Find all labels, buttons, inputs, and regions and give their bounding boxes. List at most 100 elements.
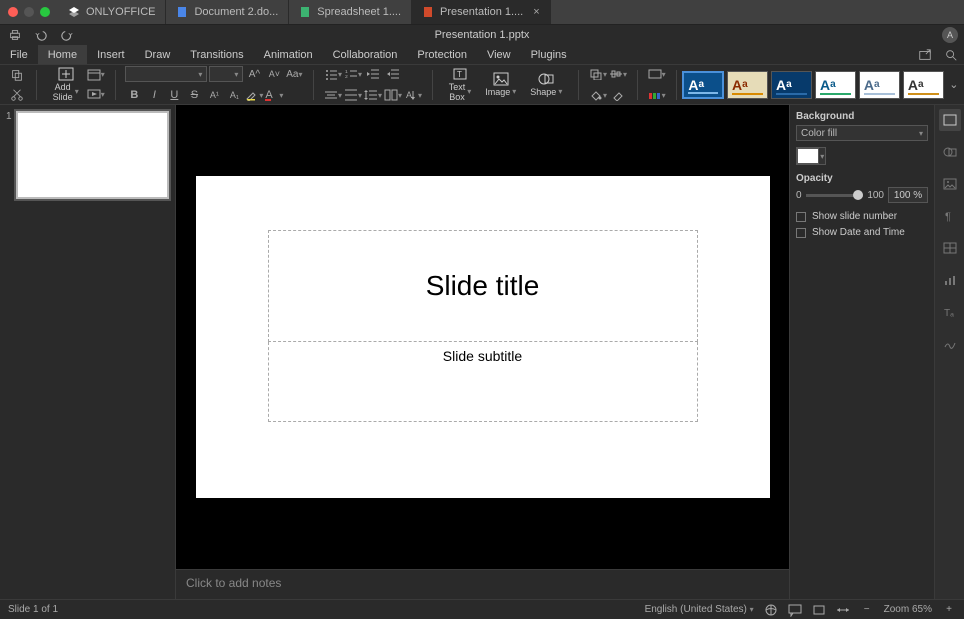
slide-settings-tab[interactable] bbox=[939, 109, 961, 131]
layout-button[interactable]: ▾ bbox=[87, 66, 105, 84]
background-section-label: Background bbox=[796, 111, 928, 122]
menu-protection[interactable]: Protection bbox=[407, 45, 477, 64]
fill-color-swatch[interactable]: ▾ bbox=[796, 147, 826, 165]
decrease-font-button[interactable]: A˅ bbox=[265, 65, 283, 83]
copy-button[interactable] bbox=[8, 66, 26, 84]
theme-2[interactable]: Aa bbox=[771, 71, 812, 99]
font-color-button[interactable]: A▾ bbox=[265, 86, 283, 104]
start-slideshow-button[interactable]: ▾ bbox=[87, 86, 105, 104]
tab-presentation[interactable]: Presentation 1.... × bbox=[412, 0, 551, 24]
font-name-select[interactable]: ▾ bbox=[125, 66, 207, 82]
zoom-out-button[interactable]: − bbox=[860, 603, 874, 617]
color-scheme-button[interactable]: ▾ bbox=[648, 86, 666, 104]
numbering-button[interactable]: 12▾ bbox=[344, 65, 362, 83]
spellcheck-button[interactable] bbox=[764, 603, 778, 617]
menu-plugins[interactable]: Plugins bbox=[521, 45, 577, 64]
subtitle-placeholder[interactable]: Slide subtitle bbox=[268, 342, 698, 422]
align-horiz-button[interactable]: ▾ bbox=[324, 86, 342, 104]
menu-animation[interactable]: Animation bbox=[254, 45, 323, 64]
show-date-time-row[interactable]: Show Date and Time bbox=[796, 227, 928, 238]
tab-spreadsheet[interactable]: Spreadsheet 1.... bbox=[289, 0, 412, 24]
language-selector[interactable]: English (United States) ▾ bbox=[645, 604, 754, 615]
svg-text:T: T bbox=[457, 70, 462, 79]
window-close-button[interactable] bbox=[8, 7, 18, 17]
text-box-button[interactable]: T Text Box▾ bbox=[443, 65, 478, 105]
menu-file[interactable]: File bbox=[0, 45, 38, 64]
bullets-button[interactable]: ▾ bbox=[324, 65, 342, 83]
superscript-button[interactable]: A¹ bbox=[205, 86, 223, 104]
slide-size-button[interactable]: ▾ bbox=[648, 65, 666, 83]
fit-width-button[interactable] bbox=[836, 603, 850, 617]
user-avatar[interactable]: A bbox=[942, 27, 958, 43]
slide-thumbnail[interactable]: 1 bbox=[6, 111, 169, 199]
shape-settings-tab[interactable] bbox=[939, 141, 961, 163]
chart-settings-tab[interactable] bbox=[939, 269, 961, 291]
text-art-settings-tab[interactable]: Tₐ bbox=[939, 301, 961, 323]
increase-font-button[interactable]: A^ bbox=[245, 65, 263, 83]
undo-button[interactable] bbox=[34, 28, 48, 42]
font-size-select[interactable]: ▾ bbox=[209, 66, 243, 82]
underline-button[interactable]: U bbox=[165, 86, 183, 104]
subscript-button[interactable]: A₁ bbox=[225, 86, 243, 104]
cut-button[interactable] bbox=[8, 86, 26, 104]
menu-view[interactable]: View bbox=[477, 45, 521, 64]
columns-button[interactable]: ▾ bbox=[384, 86, 402, 104]
title-placeholder[interactable]: Slide title bbox=[268, 230, 698, 342]
slide-workspace[interactable]: Slide title Slide subtitle bbox=[176, 105, 789, 569]
opacity-slider[interactable] bbox=[806, 194, 864, 197]
menu-insert[interactable]: Insert bbox=[87, 45, 135, 64]
feedback-button[interactable] bbox=[788, 603, 802, 617]
paragraph-settings-tab[interactable]: ¶ bbox=[939, 205, 961, 227]
show-slide-number-checkbox[interactable] bbox=[796, 212, 806, 222]
image-settings-tab[interactable] bbox=[939, 173, 961, 195]
print-button[interactable] bbox=[8, 28, 22, 42]
tab-close-button[interactable]: × bbox=[533, 6, 539, 18]
change-case-button[interactable]: Aa▾ bbox=[285, 65, 303, 83]
search-button[interactable] bbox=[944, 48, 958, 62]
redo-button[interactable] bbox=[60, 28, 74, 42]
zoom-level[interactable]: Zoom 65% bbox=[884, 604, 932, 615]
theme-3[interactable]: Aa bbox=[815, 71, 856, 99]
table-settings-tab[interactable] bbox=[939, 237, 961, 259]
decrease-indent-button[interactable] bbox=[364, 65, 382, 83]
arrange-button[interactable]: ▾ bbox=[589, 65, 607, 83]
add-slide-button[interactable]: Add Slide▾ bbox=[47, 65, 85, 105]
fit-slide-button[interactable] bbox=[812, 603, 826, 617]
highlight-button[interactable]: ▾ bbox=[245, 86, 263, 104]
window-maximize-button[interactable] bbox=[40, 7, 50, 17]
notes-pane[interactable]: Click to add notes bbox=[176, 569, 789, 599]
menu-draw[interactable]: Draw bbox=[135, 45, 181, 64]
theme-1[interactable]: Aa bbox=[727, 71, 768, 99]
theme-4[interactable]: Aa bbox=[859, 71, 900, 99]
opacity-spinbox[interactable]: 100 % bbox=[888, 187, 928, 203]
shape-button[interactable]: Shape▾ bbox=[524, 70, 568, 100]
image-button[interactable]: Image▾ bbox=[479, 70, 522, 100]
show-date-time-checkbox[interactable] bbox=[796, 228, 806, 238]
show-slide-number-row[interactable]: Show slide number bbox=[796, 211, 928, 222]
theme-5[interactable]: Aa bbox=[903, 71, 944, 99]
theme-gallery-expand[interactable]: ⌄ bbox=[948, 71, 960, 99]
zoom-in-button[interactable]: + bbox=[942, 603, 956, 617]
tab-document[interactable]: Document 2.do... bbox=[166, 0, 289, 24]
menu-collaboration[interactable]: Collaboration bbox=[323, 45, 408, 64]
italic-button[interactable]: I bbox=[145, 86, 163, 104]
svg-text:2: 2 bbox=[345, 74, 348, 80]
increase-indent-button[interactable] bbox=[384, 65, 402, 83]
theme-0[interactable]: Aa bbox=[682, 71, 724, 99]
tab-onlyoffice[interactable]: ONLYOFFICE bbox=[58, 0, 166, 24]
shape-fill-button[interactable]: ▾ bbox=[589, 86, 607, 104]
menu-transitions[interactable]: Transitions bbox=[180, 45, 253, 64]
align-objects-button[interactable]: ▾ bbox=[609, 65, 627, 83]
bold-button[interactable]: B bbox=[125, 86, 143, 104]
menu-home[interactable]: Home bbox=[38, 45, 87, 64]
clear-style-button[interactable] bbox=[609, 86, 627, 104]
window-minimize-button[interactable] bbox=[24, 7, 34, 17]
text-direction-button[interactable]: A▾ bbox=[404, 86, 422, 104]
line-spacing-button[interactable]: ▾ bbox=[364, 86, 382, 104]
fill-type-select[interactable]: Color fill▾ bbox=[796, 125, 928, 141]
opacity-slider-handle[interactable] bbox=[853, 190, 863, 200]
signature-settings-tab[interactable] bbox=[939, 333, 961, 355]
open-location-button[interactable] bbox=[918, 48, 932, 62]
strike-button[interactable]: S bbox=[185, 86, 203, 104]
align-vert-button[interactable]: ▾ bbox=[344, 86, 362, 104]
